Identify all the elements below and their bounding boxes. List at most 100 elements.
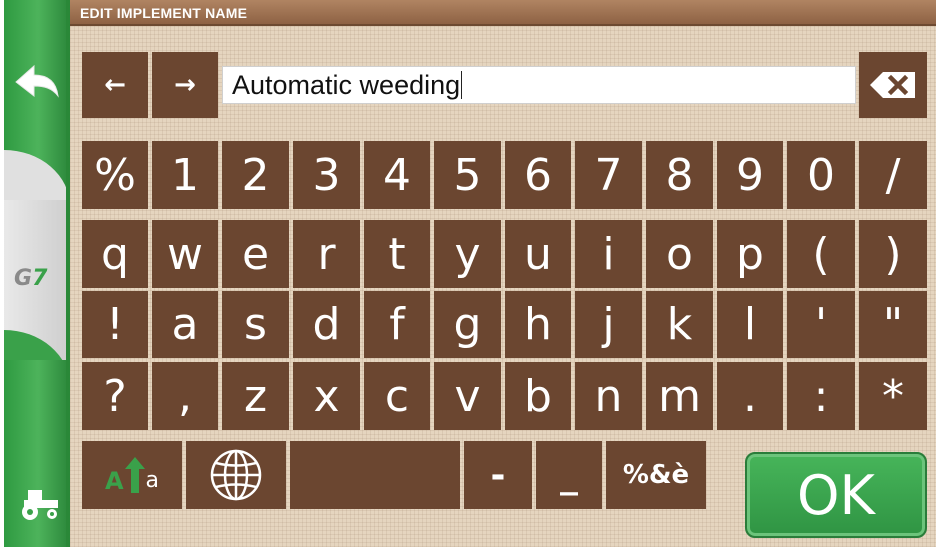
key-7[interactable]: 7 — [575, 141, 642, 209]
key-e[interactable]: e — [222, 220, 289, 288]
shift-case-icon: A a — [105, 457, 159, 493]
logo-seven: 7 — [32, 266, 48, 291]
key-underscore[interactable]: _ — [536, 441, 602, 509]
key-d[interactable]: d — [293, 291, 360, 358]
key-z[interactable]: z — [222, 362, 289, 430]
symbols-button[interactable]: %&è — [606, 441, 706, 509]
key-quote[interactable]: " — [859, 291, 927, 358]
space-bar[interactable] — [290, 441, 460, 509]
key-m[interactable]: m — [646, 362, 713, 430]
key-6[interactable]: 6 — [505, 141, 571, 209]
key-c[interactable]: c — [364, 362, 430, 430]
key-label: 6 — [524, 149, 552, 201]
shift-big-letter: A — [104, 467, 124, 495]
key-label: u — [524, 228, 552, 280]
key-label: 3 — [312, 149, 341, 201]
key-f[interactable]: f — [364, 291, 430, 358]
page-title: EDIT IMPLEMENT NAME — [80, 5, 248, 21]
key-label: g — [453, 299, 482, 350]
key-label: 5 — [453, 149, 482, 201]
key-label: h — [524, 299, 552, 350]
key-v[interactable]: v — [434, 362, 501, 430]
key-label: y — [454, 228, 481, 280]
backspace-icon — [870, 72, 915, 98]
back-button[interactable] — [12, 62, 62, 102]
key-label: ! — [106, 299, 124, 350]
key-8[interactable]: 8 — [646, 141, 713, 209]
key-open-paren[interactable]: ( — [787, 220, 855, 288]
key-percent[interactable]: % — [82, 141, 148, 209]
key-3[interactable]: 3 — [293, 141, 360, 209]
key-label: m — [658, 370, 701, 422]
key-label: 9 — [736, 149, 764, 201]
key-label: ) — [884, 228, 902, 280]
key-w[interactable]: w — [152, 220, 218, 288]
key-t[interactable]: t — [364, 220, 430, 288]
key-s[interactable]: s — [222, 291, 289, 358]
left-sidebar: G7 — [4, 0, 70, 547]
back-arrow-icon — [15, 64, 59, 98]
key-colon[interactable]: : — [787, 362, 855, 430]
key-question[interactable]: ? — [82, 362, 148, 430]
key-dash[interactable]: - — [464, 441, 532, 509]
key-x[interactable]: x — [293, 362, 360, 430]
key-label: 2 — [241, 149, 270, 201]
key-9[interactable]: 9 — [717, 141, 783, 209]
ok-button[interactable]: OK — [745, 452, 927, 538]
implement-name-input[interactable]: Automatic weeding — [222, 66, 856, 104]
key-comma[interactable]: , — [152, 362, 218, 430]
key-label: d — [312, 299, 341, 350]
key-4[interactable]: 4 — [364, 141, 430, 209]
key-a[interactable]: a — [152, 291, 218, 358]
key-close-paren[interactable]: ) — [859, 220, 927, 288]
language-button[interactable] — [186, 441, 286, 509]
key-k[interactable]: k — [646, 291, 713, 358]
key-label: e — [241, 228, 270, 280]
shift-button[interactable]: A a — [82, 441, 182, 509]
key-asterisk[interactable]: * — [859, 362, 927, 430]
key-r[interactable]: r — [293, 220, 360, 288]
text-caret — [461, 71, 463, 99]
key-slash[interactable]: / — [859, 141, 927, 209]
key-q[interactable]: q — [82, 220, 148, 288]
key-label: - — [490, 454, 506, 496]
key-label: p — [736, 228, 764, 280]
main-panel: EDIT IMPLEMENT NAME ← → Automatic weedin… — [70, 0, 936, 547]
key-p[interactable]: p — [717, 220, 783, 288]
cursor-right-button[interactable]: → — [152, 52, 218, 118]
key-g[interactable]: g — [434, 291, 501, 358]
implement-name-value: Automatic weeding — [232, 69, 461, 100]
key-exclamation[interactable]: ! — [82, 291, 148, 358]
key-j[interactable]: j — [575, 291, 642, 358]
tractor-button[interactable] — [14, 482, 64, 522]
key-u[interactable]: u — [505, 220, 571, 288]
key-label: 8 — [665, 149, 694, 201]
key-label: 0 — [807, 149, 835, 201]
key-y[interactable]: y — [434, 220, 501, 288]
key-label: z — [243, 370, 268, 422]
key-n[interactable]: n — [575, 362, 642, 430]
key-i[interactable]: i — [575, 220, 642, 288]
header-bar: EDIT IMPLEMENT NAME — [70, 0, 936, 26]
key-o[interactable]: o — [646, 220, 713, 288]
key-label: j — [602, 299, 615, 350]
left-arrow-icon: ← — [104, 70, 126, 100]
key-label: s — [244, 299, 267, 350]
key-label: i — [602, 228, 615, 280]
key-period[interactable]: . — [717, 362, 783, 430]
key-label: . — [743, 370, 757, 422]
backspace-button[interactable] — [859, 52, 927, 118]
key-label: _ — [560, 454, 578, 496]
key-l[interactable]: l — [717, 291, 783, 358]
key-label: 4 — [383, 149, 411, 201]
key-b[interactable]: b — [505, 362, 571, 430]
logo-g: G — [14, 266, 33, 291]
key-1[interactable]: 1 — [152, 141, 218, 209]
key-5[interactable]: 5 — [434, 141, 501, 209]
key-label: / — [885, 149, 901, 201]
key-apostrophe[interactable]: ' — [787, 291, 855, 358]
key-0[interactable]: 0 — [787, 141, 855, 209]
key-2[interactable]: 2 — [222, 141, 289, 209]
key-h[interactable]: h — [505, 291, 571, 358]
cursor-left-button[interactable]: ← — [82, 52, 148, 118]
